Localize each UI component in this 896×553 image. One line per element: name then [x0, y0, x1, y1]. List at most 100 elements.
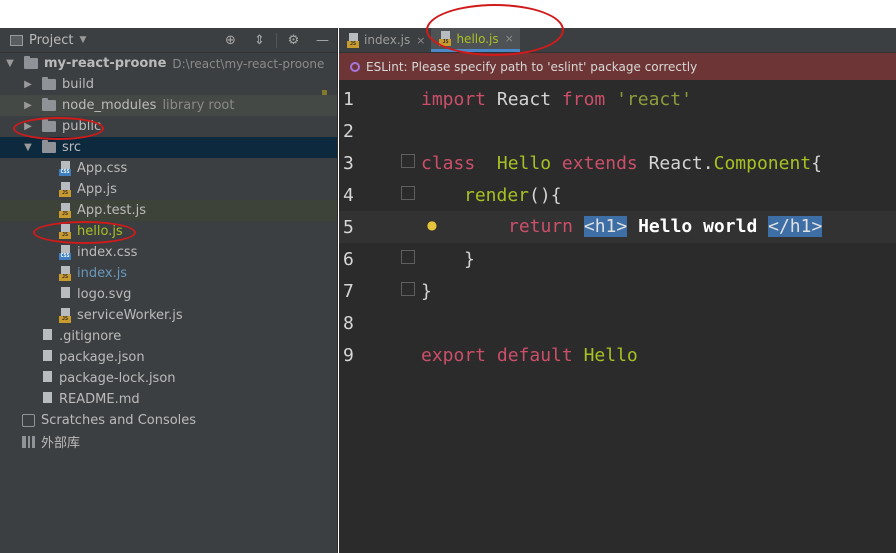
header-divider: [276, 32, 277, 48]
library-icon: [22, 435, 35, 448]
library-root-hint: library root: [162, 98, 235, 113]
tree-item-label: App.js: [77, 182, 117, 197]
lightbulb-icon[interactable]: ●: [426, 218, 438, 232]
tree-item-root[interactable]: ▼ my-react-proone D:\react\my-react-proo…: [0, 53, 337, 74]
js-file-icon: JS: [439, 31, 452, 46]
code-token: extends: [561, 153, 638, 174]
tree-item-app-css[interactable]: CSS App.css: [0, 158, 337, 179]
expand-arrow-icon[interactable]: ▼: [22, 142, 34, 153]
collapse-icon[interactable]: ⇕: [245, 28, 274, 53]
code-token: <h1>: [583, 216, 628, 237]
tab-hello-js[interactable]: JS hello.js ×: [431, 28, 520, 52]
eslint-warning-banner[interactable]: ESLint: Please specify path to 'eslint' …: [339, 53, 896, 80]
collapsed-arrow-icon[interactable]: ▶: [22, 79, 34, 90]
tree-item-build[interactable]: ▶ build: [0, 74, 337, 95]
tab-label: hello.js: [456, 31, 499, 46]
tree-item-external-libraries[interactable]: 外部库: [0, 431, 337, 452]
eslint-icon: [350, 61, 360, 72]
line-number: 2: [343, 121, 354, 142]
fold-marker-icon[interactable]: [401, 186, 415, 200]
markdown-file-icon: [41, 392, 53, 407]
css-file-icon: CSS: [59, 245, 71, 260]
tree-item-label: public: [62, 119, 102, 134]
gear-icon[interactable]: ⚙: [279, 28, 308, 53]
editor-pane: JS index.js × JS hello.js × ESLint: Plea…: [339, 28, 896, 553]
folder-icon: [24, 56, 38, 69]
close-icon[interactable]: ×: [416, 34, 425, 47]
line-number: 4: [343, 185, 354, 206]
folder-icon: [42, 77, 56, 90]
tree-item-service-worker[interactable]: JS serviceWorker.js: [0, 305, 337, 326]
code-line-6: }: [464, 244, 475, 276]
tree-item-label: package.json: [59, 350, 145, 365]
tree-item-label: index.js: [77, 266, 128, 281]
tree-item-label: package-lock.json: [59, 371, 176, 386]
test-file-icon: JS: [59, 203, 71, 218]
code-token: React.: [637, 153, 714, 174]
tree-item-hello-js[interactable]: JS hello.js: [0, 221, 337, 242]
tree-item-logo-svg[interactable]: logo.svg: [0, 284, 337, 305]
code-line-9: export default Hello: [421, 340, 638, 372]
collapsed-arrow-icon[interactable]: ▶: [22, 100, 34, 111]
tree-item-label: build: [62, 77, 94, 92]
code-token: Hello: [572, 345, 638, 366]
tree-item-app-js[interactable]: JS App.js: [0, 179, 337, 200]
tree-item-index-css[interactable]: CSS index.css: [0, 242, 337, 263]
json-file-icon: [41, 371, 53, 386]
tree-item-label: .gitignore: [59, 329, 122, 344]
code-token: React: [486, 89, 562, 110]
code-token: 'react': [605, 89, 692, 110]
expand-arrow-icon[interactable]: ▼: [4, 58, 16, 69]
js-file-icon: JS: [347, 32, 359, 48]
tree-item-app-test-js[interactable]: JS App.test.js: [0, 200, 337, 221]
tree-item-package-lock-json[interactable]: package-lock.json: [0, 368, 337, 389]
tree-item-label: Scratches and Consoles: [41, 413, 197, 428]
folder-icon: [42, 98, 56, 111]
js-file-icon: JS: [59, 308, 71, 323]
close-icon[interactable]: ×: [505, 32, 514, 45]
tree-item-label: README.md: [59, 392, 140, 407]
code-token: {: [811, 153, 822, 174]
code-token: export: [421, 345, 487, 366]
tree-item-label: my-react-proone: [44, 56, 167, 71]
collapsed-arrow-icon[interactable]: ▶: [22, 121, 34, 132]
json-file-icon: [41, 350, 53, 365]
fold-marker-icon[interactable]: [401, 154, 415, 168]
tab-index-js[interactable]: JS index.js ×: [339, 28, 431, 52]
tree-item-package-json[interactable]: package.json: [0, 347, 337, 368]
tree-item-label: hello.js: [77, 224, 123, 239]
tree-item-index-js[interactable]: JS index.js: [0, 263, 337, 284]
code-line-4: render(){: [464, 180, 562, 212]
target-icon[interactable]: ⊕: [216, 28, 245, 53]
line-number: 3: [343, 153, 354, 174]
text-file-icon: [41, 329, 53, 344]
code-token: from: [561, 89, 606, 110]
svg-file-icon: [59, 287, 71, 302]
code-token: }: [421, 281, 432, 302]
fold-marker-icon[interactable]: [401, 282, 415, 296]
tree-item-label: App.css: [77, 161, 128, 176]
tree-item-src[interactable]: ▼ src: [0, 137, 337, 158]
minimize-icon[interactable]: —: [308, 28, 337, 53]
tab-label: index.js: [364, 33, 411, 47]
code-token: class: [421, 153, 476, 174]
scratches-icon: [22, 414, 35, 427]
fold-marker-icon[interactable]: [401, 250, 415, 264]
code-token: </h1>: [768, 216, 823, 237]
tree-item-scratches[interactable]: Scratches and Consoles: [0, 410, 337, 431]
project-title[interactable]: Project: [29, 33, 73, 48]
tree-item-node-modules[interactable]: ▶ node_modules library root: [0, 95, 337, 116]
chevron-down-icon[interactable]: ▼: [79, 35, 86, 45]
js-file-icon: JS: [59, 266, 71, 281]
code-token: return: [508, 216, 574, 237]
css-file-icon: CSS: [59, 161, 71, 176]
code-token: default: [496, 345, 573, 366]
tree-item-gitignore[interactable]: .gitignore: [0, 326, 337, 347]
code-area[interactable]: 1 2 3 4 5 6 7 8 9 ● import React from 'r…: [339, 80, 896, 553]
tree-item-label: src: [62, 140, 81, 155]
tree-item-readme[interactable]: README.md: [0, 389, 337, 410]
tree-item-public[interactable]: ▶ public: [0, 116, 337, 137]
code-line-1: import React from 'react': [421, 84, 692, 116]
folder-icon: [42, 140, 56, 153]
code-token: }: [464, 249, 475, 270]
